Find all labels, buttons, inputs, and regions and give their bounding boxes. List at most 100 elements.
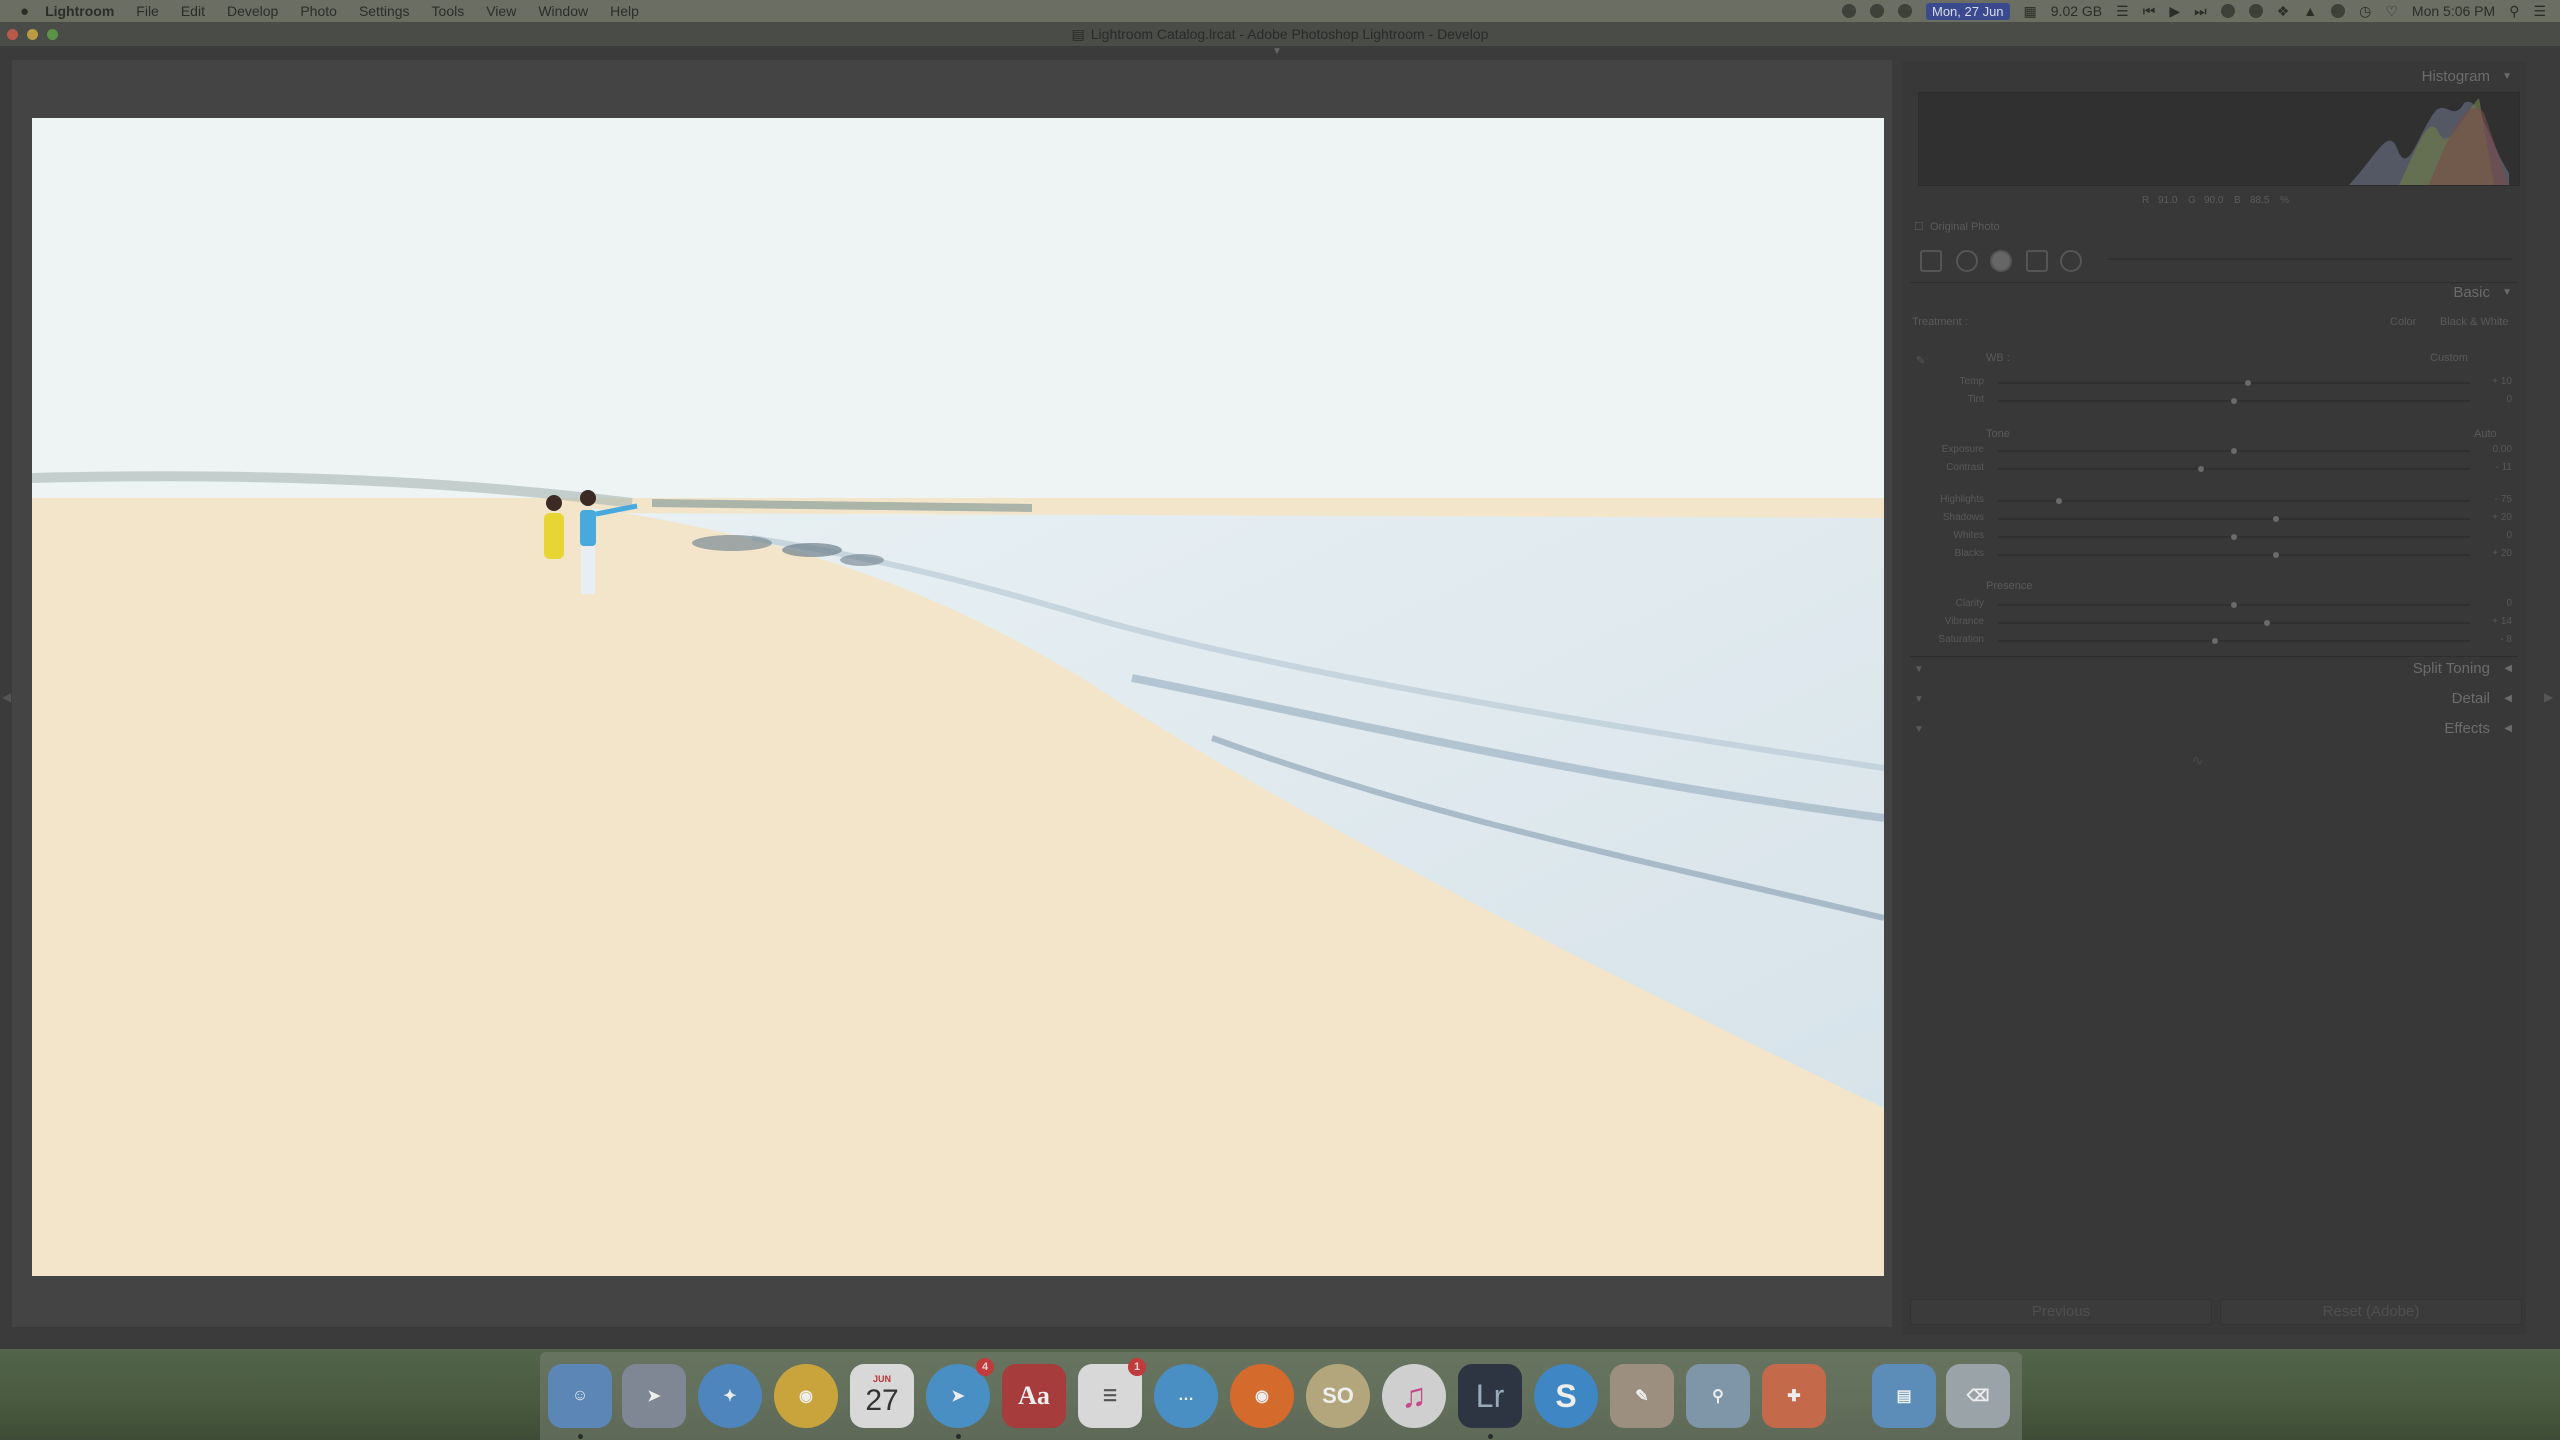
status-icon-6[interactable] (2331, 4, 2346, 18)
menu-help[interactable]: Help (610, 3, 639, 19)
slider-knob[interactable] (2231, 602, 2237, 608)
forward-icon[interactable]: ⏭ (2194, 3, 2207, 20)
clock[interactable]: Mon 5:06 PM (2412, 3, 2495, 19)
split-toning-switch-icon[interactable]: ▼ (1914, 664, 1924, 675)
slider-value[interactable]: 0.00 (2493, 444, 2512, 455)
menu-file[interactable]: File (136, 3, 159, 19)
status-icon-5[interactable] (2248, 4, 2263, 18)
menu-tools[interactable]: Tools (432, 3, 465, 19)
dock-lightroom-icon[interactable]: Lr (1458, 1364, 1522, 1428)
treatment-color-button[interactable]: Color (2390, 316, 2416, 328)
slider-value[interactable]: 0 (2506, 530, 2512, 541)
slider-knob[interactable] (2231, 534, 2237, 540)
dock-preview-icon[interactable]: ⚲ (1686, 1364, 1750, 1428)
dropbox-icon[interactable]: ❖ (2277, 3, 2290, 20)
minimize-button[interactable] (27, 29, 38, 40)
basic-collapse-icon[interactable]: ▼ (2502, 287, 2512, 298)
dock-folder-icon[interactable]: ▤ (1872, 1364, 1936, 1428)
status-icon-4[interactable] (2220, 4, 2235, 18)
dock-firefox-icon[interactable]: ◉ (1230, 1364, 1294, 1428)
slider-knob[interactable] (2264, 620, 2271, 626)
tone-auto-button[interactable]: Auto (2474, 428, 2497, 440)
menu-photo[interactable]: Photo (300, 3, 337, 19)
menu-edit[interactable]: Edit (181, 3, 205, 19)
slider-track[interactable] (1998, 534, 2470, 540)
dock-calendar-icon[interactable]: JUN 27 (850, 1364, 914, 1428)
slider-value[interactable]: - 11 (2496, 462, 2513, 473)
white-balance-eyedropper-icon[interactable]: ✎ (1916, 354, 1925, 367)
slider-track[interactable] (1998, 552, 2470, 558)
dock-filezilla-icon[interactable]: ✚ (1762, 1364, 1826, 1428)
menu-settings[interactable]: Settings (359, 3, 410, 19)
split-toning-header[interactable]: Split Toning (2413, 660, 2490, 677)
crop-tool-icon[interactable] (1920, 250, 1942, 272)
slider-value[interactable]: + 20 (2492, 512, 2512, 523)
detail-expand-icon[interactable]: ◀ (2504, 693, 2512, 704)
dock-skype-icon[interactable]: S (1534, 1364, 1598, 1428)
split-toning-expand-icon[interactable]: ◀ (2504, 663, 2512, 674)
detail-switch-icon[interactable]: ▼ (1914, 694, 1924, 705)
slider-track[interactable] (1998, 638, 2470, 644)
dock-so-app-icon[interactable]: SO (1306, 1364, 1370, 1428)
histogram-header[interactable]: Histogram (2422, 68, 2490, 85)
dock-dictionary-icon[interactable]: Aa (1002, 1364, 1066, 1428)
slider-knob[interactable] (2273, 552, 2280, 558)
memory-readout[interactable]: 9.02 GB (2051, 3, 2102, 19)
slider-value[interactable]: - 8 (2500, 634, 2512, 645)
notification-center-icon[interactable]: ☰ (2533, 3, 2546, 20)
red-eye-icon[interactable] (1990, 250, 2012, 272)
slider-track[interactable] (1998, 398, 2470, 404)
slider-knob[interactable] (2231, 448, 2237, 454)
slider-knob[interactable] (2197, 466, 2204, 472)
dock-finder-icon[interactable]: ☺ (548, 1364, 612, 1428)
wifi-icon[interactable]: ♡ (2385, 3, 2398, 20)
basic-header[interactable]: Basic (2453, 284, 2490, 301)
reset-button[interactable]: Reset (Adobe) (2220, 1299, 2522, 1325)
slider-value[interactable]: - 75 (2495, 494, 2512, 505)
slider-track[interactable] (1998, 516, 2470, 522)
status-icon-1[interactable] (1841, 4, 1856, 18)
menu-icon[interactable]: ☰ (2116, 3, 2129, 20)
slider-value[interactable]: + 10 (2492, 376, 2512, 387)
original-photo-checkbox[interactable]: ☐ (1914, 220, 1924, 233)
slider-knob[interactable] (2273, 516, 2280, 522)
menu-view[interactable]: View (486, 3, 516, 19)
slider-knob[interactable] (2245, 380, 2252, 386)
slider-track[interactable] (1998, 466, 2470, 472)
detail-header[interactable]: Detail (2452, 690, 2490, 707)
menu-window[interactable]: Window (538, 3, 588, 19)
menu-app-name[interactable]: Lightroom (45, 3, 114, 19)
dock-trash-icon[interactable]: ⌫ (1946, 1364, 2010, 1428)
slider-knob[interactable] (2056, 498, 2063, 504)
effects-header[interactable]: Effects (2444, 720, 2490, 737)
play-icon[interactable]: ▶ (2169, 3, 2180, 20)
spotlight-icon[interactable]: ⚲ (2509, 3, 2519, 20)
date-badge[interactable]: Mon, 27 Jun (1925, 2, 2010, 20)
graduated-filter-icon[interactable] (2026, 250, 2048, 272)
histogram-collapse-icon[interactable]: ▼ (2502, 71, 2512, 82)
slider-knob[interactable] (2212, 638, 2219, 644)
brush-slider[interactable] (2108, 258, 2512, 260)
slider-value[interactable]: + 14 (2492, 616, 2512, 627)
right-panel-toggle-icon[interactable]: ▶ (2544, 690, 2553, 704)
close-button[interactable] (7, 29, 18, 40)
slider-track[interactable] (1998, 380, 2470, 386)
drive-icon[interactable]: ▲ (2303, 3, 2317, 19)
left-panel-toggle-icon[interactable]: ◀ (2, 690, 11, 704)
dock-itunes-icon[interactable]: ♫ (1382, 1364, 1446, 1428)
top-panel-toggle-icon[interactable]: ▼ (1272, 46, 1282, 57)
dock-telegram-icon[interactable]: ➤ 4 (926, 1358, 994, 1428)
slider-track[interactable] (1998, 620, 2470, 626)
slider-track[interactable] (1998, 602, 2470, 608)
rewind-icon[interactable]: ⏮ (2143, 3, 2156, 20)
slider-knob[interactable] (2231, 398, 2237, 404)
dock-safari-icon[interactable]: ✦ (698, 1364, 762, 1428)
status-icon-3[interactable] (1897, 4, 1912, 18)
menu-develop[interactable]: Develop (227, 3, 278, 19)
dock-messages-icon[interactable]: … (1154, 1364, 1218, 1428)
dock-reminders-icon[interactable]: ☰ 1 (1078, 1358, 1146, 1428)
apple-icon[interactable]: ● (20, 3, 29, 20)
slider-value[interactable]: + 20 (2492, 548, 2512, 559)
slider-value[interactable]: 0 (2506, 394, 2512, 405)
slider-value[interactable]: 0 (2506, 598, 2512, 609)
